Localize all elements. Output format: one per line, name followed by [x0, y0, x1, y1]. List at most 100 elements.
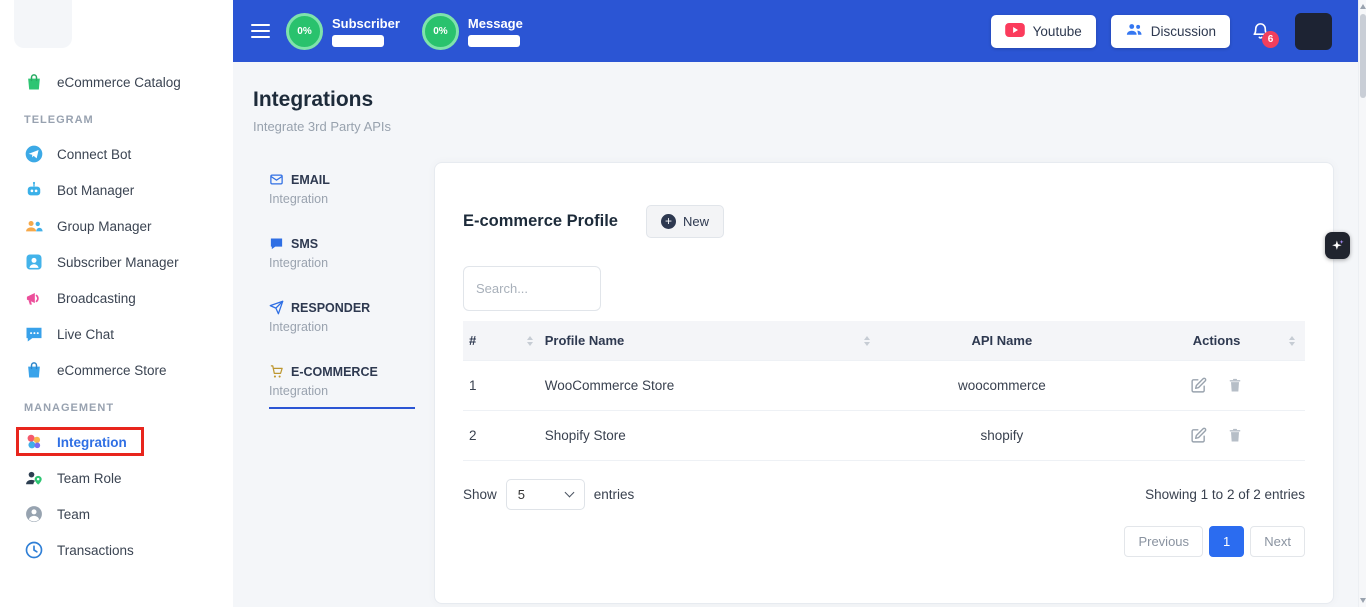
- sidebar-item-label: eCommerce Catalog: [57, 75, 181, 90]
- entries-summary: Showing 1 to 2 of 2 entries: [1145, 487, 1305, 502]
- trash-icon: [1227, 427, 1243, 444]
- megaphone-icon: [24, 288, 44, 308]
- sidebar-item-team[interactable]: Team: [0, 496, 233, 532]
- sidebar-item-broadcasting[interactable]: Broadcasting: [0, 280, 233, 316]
- scrollbar-thumb[interactable]: [1360, 14, 1366, 98]
- robot-icon: [24, 180, 44, 200]
- pagination: Previous 1 Next: [463, 526, 1305, 557]
- column-header-api-name[interactable]: API Name: [876, 321, 1129, 361]
- youtube-icon: [1005, 23, 1025, 40]
- assistant-fab[interactable]: [1325, 232, 1350, 259]
- sms-icon: [269, 236, 284, 251]
- trash-icon: [1227, 377, 1243, 394]
- sidebar-item-team-role[interactable]: Team Role: [0, 460, 233, 496]
- tab-title: RESPONDER: [291, 301, 370, 315]
- previous-page-button[interactable]: Previous: [1124, 526, 1203, 557]
- ecommerce-profile-card: E-commerce Profile + New: [434, 162, 1334, 604]
- profile-name-cell: WooCommerce Store: [539, 361, 876, 411]
- subscriber-icon: [24, 252, 44, 272]
- show-label: Show: [463, 487, 497, 502]
- sidebar-item-group-manager[interactable]: Group Manager: [0, 208, 233, 244]
- notification-count-badge: 6: [1262, 31, 1279, 48]
- cart-icon: [269, 364, 284, 379]
- youtube-button[interactable]: Youtube: [991, 15, 1096, 48]
- table-header-row: # Profile Name A: [463, 321, 1305, 361]
- clock-icon: [24, 540, 44, 560]
- table-row: 1 WooCommerce Store woocommerce: [463, 361, 1305, 411]
- team-icon: [24, 504, 44, 524]
- sidebar-item-label: Integration: [57, 435, 127, 450]
- topbar-actions: Youtube Discussion 6: [991, 13, 1332, 50]
- notifications-bell[interactable]: 6: [1251, 21, 1270, 41]
- tab-subtitle: Integration: [269, 256, 415, 270]
- page-title: Integrations: [253, 88, 1334, 112]
- person-pin-icon: [24, 468, 44, 488]
- table-footer: Show 5 entries Showing 1 to 2 of 2 entri…: [463, 479, 1305, 510]
- search-input[interactable]: [463, 266, 601, 311]
- profiles-table: # Profile Name A: [463, 321, 1305, 461]
- scroll-up-arrow-icon[interactable]: [1360, 4, 1366, 9]
- sidebar-item-connect-bot[interactable]: Connect Bot: [0, 136, 233, 172]
- sort-icon: [864, 336, 870, 346]
- sidebar-item-integration[interactable]: Integration: [0, 424, 233, 460]
- topbar: 0% Subscriber 0% Message Youtu: [233, 0, 1366, 62]
- discussion-button-label: Discussion: [1151, 24, 1216, 39]
- app-root: eCommerce Catalog TELEGRAM Connect Bot B…: [0, 0, 1366, 607]
- sidebar-item-subscriber-manager[interactable]: Subscriber Manager: [0, 244, 233, 280]
- edit-button[interactable]: [1188, 375, 1209, 396]
- tab-email-integration[interactable]: EMAIL Integration: [269, 172, 415, 215]
- card-title: E-commerce Profile: [463, 212, 618, 231]
- scroll-down-arrow-icon[interactable]: [1360, 598, 1366, 603]
- logo-area: [0, 0, 233, 64]
- edit-icon: [1190, 377, 1207, 394]
- new-button-label: New: [683, 214, 709, 229]
- sidebar-item-label: Live Chat: [57, 327, 114, 342]
- telegram-icon: [24, 144, 44, 164]
- sidebar-section-management: MANAGEMENT: [0, 402, 233, 414]
- profile-name-cell: Shopify Store: [539, 411, 876, 461]
- table-row: 2 Shopify Store shopify: [463, 411, 1305, 461]
- shopping-bag-green-icon: [24, 72, 44, 92]
- discussion-button[interactable]: Discussion: [1111, 15, 1230, 48]
- sidebar-item-transactions[interactable]: Transactions: [0, 532, 233, 568]
- tab-sms-integration[interactable]: SMS Integration: [269, 236, 415, 279]
- sidebar-item-label: Group Manager: [57, 219, 152, 234]
- menu-toggle-icon[interactable]: [251, 24, 270, 38]
- tab-responder-integration[interactable]: RESPONDER Integration: [269, 300, 415, 343]
- sidebar-item-ecommerce-catalog[interactable]: eCommerce Catalog: [0, 64, 233, 100]
- sparkle-icon: [1330, 238, 1345, 253]
- tab-ecommerce-integration[interactable]: E-COMMERCE Integration: [269, 364, 415, 409]
- sidebar-item-ecommerce-store[interactable]: eCommerce Store: [0, 352, 233, 388]
- delete-button[interactable]: [1225, 375, 1245, 396]
- chevron-down-icon: [564, 488, 574, 498]
- edit-button[interactable]: [1188, 425, 1209, 446]
- sidebar-item-label: Bot Manager: [57, 183, 134, 198]
- message-stat: 0% Message: [422, 13, 523, 50]
- page-subtitle: Integrate 3rd Party APIs: [253, 119, 1334, 134]
- next-page-button[interactable]: Next: [1250, 526, 1305, 557]
- youtube-button-label: Youtube: [1033, 24, 1082, 39]
- column-header-profile-name[interactable]: Profile Name: [539, 321, 876, 361]
- new-profile-button[interactable]: + New: [646, 205, 724, 238]
- vertical-scrollbar[interactable]: [1358, 0, 1366, 607]
- row-number: 1: [463, 361, 539, 411]
- page-1-button[interactable]: 1: [1209, 526, 1244, 557]
- avatar[interactable]: [1295, 13, 1332, 50]
- column-header-actions[interactable]: Actions: [1128, 321, 1305, 361]
- sidebar-item-bot-manager[interactable]: Bot Manager: [0, 172, 233, 208]
- actions-cell: [1128, 361, 1305, 411]
- sidebar-item-live-chat[interactable]: Live Chat: [0, 316, 233, 352]
- delete-button[interactable]: [1225, 425, 1245, 446]
- selected-page-size: 5: [518, 487, 525, 502]
- api-name-cell: shopify: [876, 411, 1129, 461]
- subscriber-stat: 0% Subscriber: [286, 13, 400, 50]
- redacted-value: [332, 35, 384, 47]
- plus-icon: +: [661, 214, 676, 229]
- entries-per-page-select[interactable]: 5: [506, 479, 585, 510]
- subscriber-progress-ring: 0%: [286, 13, 323, 50]
- group-icon: [24, 216, 44, 236]
- column-header-number[interactable]: #: [463, 321, 539, 361]
- row-number: 2: [463, 411, 539, 461]
- sort-icon: [527, 336, 533, 346]
- sidebar: eCommerce Catalog TELEGRAM Connect Bot B…: [0, 0, 233, 607]
